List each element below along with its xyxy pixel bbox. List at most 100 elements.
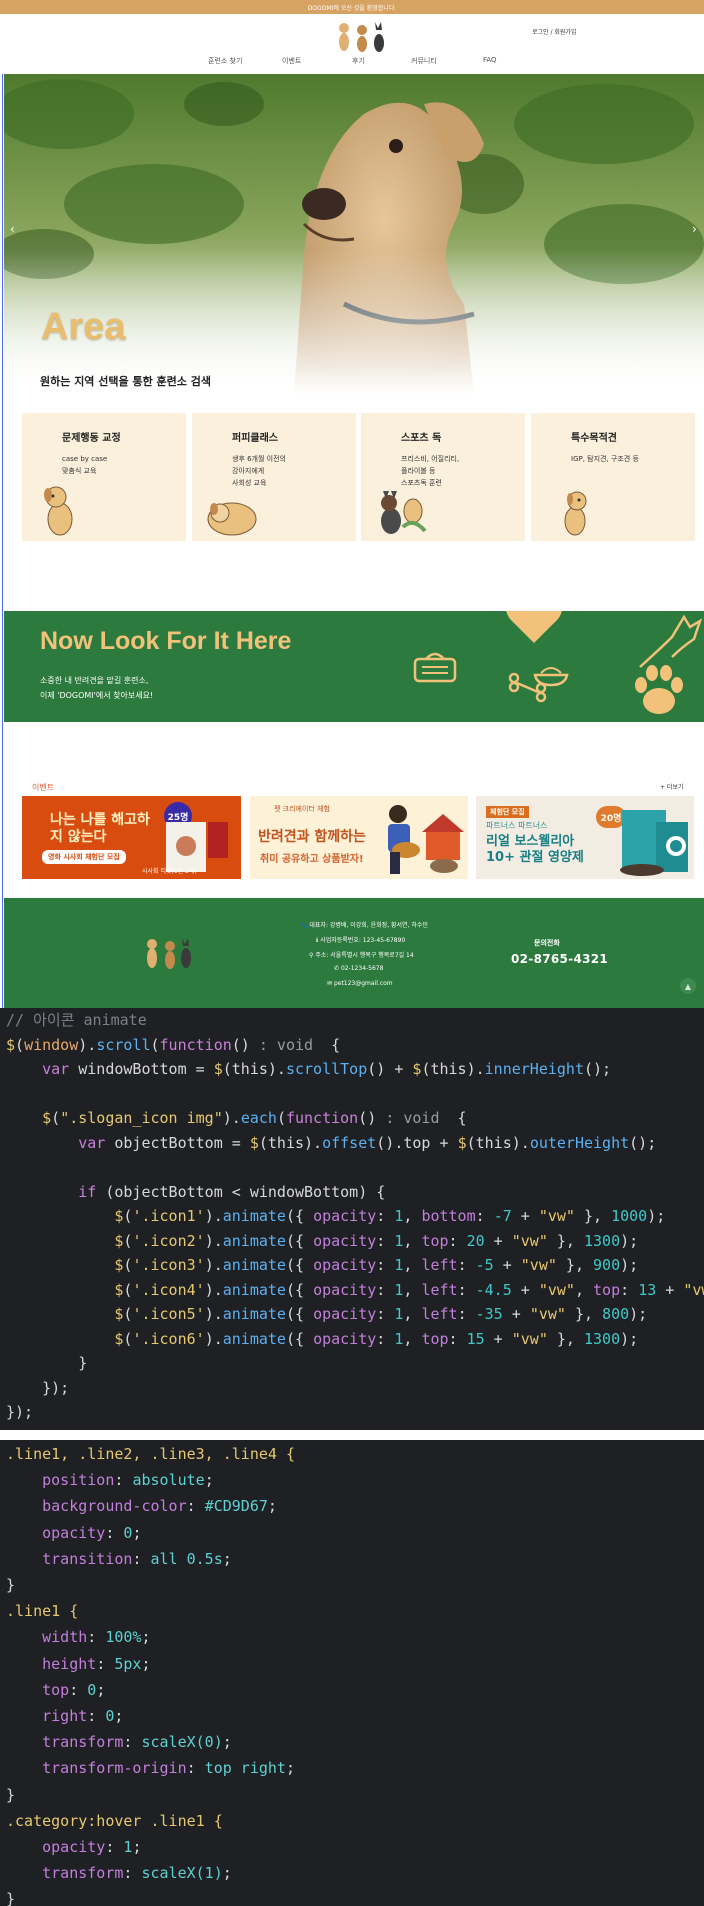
category-card-special[interactable]: 특수목적견 IGP, 탐지견, 구조견 등 (531, 413, 695, 541)
code-line: background-color: #CD9D67; (42, 1497, 277, 1516)
top-banner-text: DOGOMI에 오신 것을 환영합니다. (307, 4, 397, 12)
event-sub: 취미 공유하고 상품받자! (260, 854, 364, 865)
code-line: $('.icon3').animate({ opacity: 1, left: … (114, 1256, 639, 1274)
code-line: $('.icon5').animate({ opacity: 1, left: … (114, 1305, 648, 1323)
slogan-title: Now Look For It Here (40, 627, 292, 655)
nav-find-training[interactable]: 훈련소 찾기 (208, 56, 242, 66)
code-line: height: 5px; (42, 1654, 151, 1673)
code-panel-js: // 아이콘 animate $(window).scroll(function(… (0, 1008, 704, 1430)
category-card-sports[interactable]: 스포츠 독 프리스비, 어질리티, 플라이볼 등 스포츠독 훈련 (361, 413, 525, 541)
code-line: $('.icon6').animate({ opacity: 1, top: 1… (114, 1329, 639, 1348)
page-edge-line (2, 0, 3, 1010)
event-banner-movie[interactable]: 나는 나를 해고하지 않는다 25명 영화 시사회 체험단 모집 시사회 티켓(… (22, 796, 241, 879)
nav-event[interactable]: 이벤트 (282, 56, 301, 66)
pet-carrier-icon (413, 652, 457, 683)
code-line: } (6, 1354, 88, 1372)
code-line: opacity: 0; (42, 1523, 142, 1542)
category-title: 특수목적견 (571, 433, 617, 444)
code-line: top: 0; (42, 1680, 106, 1699)
guitar-person-icon (388, 805, 464, 874)
code-line: var windowBottom = $(this).scrollTop() +… (42, 1060, 612, 1078)
nav-review[interactable]: 후기 (352, 56, 365, 66)
event-banner-hobby[interactable]: 펫 크리에이터 체험 반려견과 함께하는 취미 공유하고 상품받자! (250, 796, 468, 879)
code-line: $(window).scroll(function() : void { (6, 1035, 341, 1054)
sports-dogs-icon (381, 491, 427, 534)
code-line: }); (6, 1403, 34, 1421)
code-line: $(".slogan_icon img").each(function() : … (42, 1109, 467, 1127)
main-nav: 훈련소 찾기 이벤트 후기 커뮤니티 FAQ (0, 56, 704, 70)
hero-next-arrow[interactable]: › (692, 222, 697, 236)
top-banner: DOGOMI에 오신 것을 환영합니다. (0, 0, 704, 14)
event-section-label: 이벤트 (32, 783, 55, 792)
event-top: 펫 크리에이터 체험 (274, 805, 330, 813)
code-line: if (objectBottom < windowBottom) { (78, 1182, 386, 1201)
footer-dogs-logo-icon (147, 938, 191, 969)
scroll-top-button[interactable]: ▲ (680, 978, 696, 994)
phone-icon: ✆ (334, 965, 341, 972)
footer-contact-phone: 02-8765-4321 (511, 952, 609, 966)
category-desc: case by case 맞춤식 교육 (62, 455, 108, 475)
hero-title: Area (41, 306, 126, 348)
code-line: .line1, .line2, .line3, .line4 { (6, 1445, 295, 1463)
footer-contact-label: 문의전화 (534, 939, 560, 947)
code-line: } (6, 1890, 16, 1906)
code-line: transform: scaleX(0); (42, 1733, 232, 1752)
footer-address: ⚲ 주소: 서울특별시 행복구 행복로7길 14 (309, 952, 414, 959)
category-card-puppy[interactable]: 퍼피클래스 생후 6개월 이전의 강아지에게 사회성 교육 (192, 413, 356, 541)
event-headline: 반려견과 함께하는 (258, 829, 366, 845)
code-line: }); (6, 1378, 70, 1397)
category-title: 문제행동 교정 (62, 433, 121, 444)
category-title: 스포츠 독 (401, 433, 442, 444)
site-footer: 🐾 대표자: 강병배, 이강희, 윤희정, 황서연, 하수민 ℹ 사업자등록번호… (4, 898, 704, 1008)
code-line: } (6, 1576, 16, 1594)
sitting-dog-icon (44, 486, 73, 536)
event-tag: 영화 시사회 체험단 모집 (42, 850, 126, 864)
code-line: var objectBottom = $(this).offset().top … (78, 1133, 657, 1152)
slogan-section: Now Look For It Here 소중한 내 반려견을 맡길 훈련소, … (4, 611, 704, 722)
code-line: right: 0; (42, 1707, 124, 1725)
dogomi-logo-icon[interactable] (332, 18, 392, 54)
code-line: transform: scaleX(1); (42, 1864, 232, 1883)
footer-email: ✉ pet123@gmail.com (327, 980, 393, 987)
event-tag: 체험단 모집 (486, 806, 529, 818)
code-line: $('.icon1').animate({ opacity: 1, bottom… (114, 1207, 666, 1225)
code-line: } (6, 1785, 16, 1804)
code-line: transform-origin: top right; (42, 1759, 295, 1778)
code-line: width: 100%; (42, 1628, 151, 1647)
event-banner-supplement[interactable]: 체험단 모집 파트너스 파트너스 리얼 보스웰리아10+ 관절 영양제 20명 (476, 796, 694, 879)
category-card-behavior[interactable]: 문제행동 교정 case by case 맞춤식 교육 (22, 413, 186, 541)
code-line: $('.icon2').animate({ opacity: 1, top: 2… (114, 1231, 639, 1250)
standing-dog-icon (564, 491, 587, 536)
footer-business-number: ℹ 사업자등록번호: 123-45-67890 (316, 937, 406, 944)
code-line: $('.icon4').animate({ opacity: 1, left: … (114, 1280, 704, 1299)
supplement-box-icon (620, 810, 688, 876)
paw-icon: 🐾 (300, 922, 310, 929)
food-bowl-icon (533, 667, 569, 687)
nav-community[interactable]: 커뮤니티 (411, 56, 437, 66)
site-header: 로그인 / 회원가입 훈련소 찾기 이벤트 후기 커뮤니티 FAQ (0, 14, 704, 74)
code-panel-css: .line1, .line2, .line3, .line4 { positio… (0, 1440, 704, 1906)
event-headline: 리얼 보스웰리아10+ 관절 영양제 (486, 834, 584, 865)
code-line: opacity: 1; (42, 1838, 142, 1856)
footer-phone: ✆ 02-1234-5678 (334, 965, 384, 972)
heart-icon (506, 611, 562, 643)
code-line: // 아이콘 animate (6, 1011, 147, 1029)
category-title: 퍼피클래스 (232, 433, 278, 444)
sleeping-dog-icon (207, 502, 257, 536)
nav-faq[interactable]: FAQ (483, 56, 497, 64)
paw-icon (635, 665, 683, 714)
event-more-link[interactable]: + 더보기 (660, 782, 684, 791)
hero-prev-arrow[interactable]: ‹ (10, 222, 15, 236)
login-link[interactable]: 로그인 / 회원가입 (532, 27, 576, 36)
hero-slider: ‹ › Area (4, 74, 704, 394)
category-desc: 프리스비, 어질리티, 플라이볼 등 스포츠독 훈련 (401, 455, 460, 487)
slogan-desc: 소중한 내 반려견을 맡길 훈련소, 이제 'DOGOMI'에서 찾아보세요! (40, 676, 154, 700)
code-line: position: absolute; (42, 1471, 214, 1490)
code-line: transition: all 0.5s; (42, 1549, 232, 1568)
mail-icon: ✉ (327, 980, 334, 987)
footer-representatives: 🐾 대표자: 강병배, 이강희, 윤희정, 황서연, 하수민 (300, 922, 428, 929)
code-line: .line1 { (6, 1602, 79, 1621)
event-headline: 나는 나를 해고하지 않는다 (50, 812, 150, 845)
category-desc: 생후 6개월 이전의 강아지에게 사회성 교육 (232, 455, 286, 487)
category-desc: IGP, 탐지견, 구조견 등 (571, 455, 639, 463)
